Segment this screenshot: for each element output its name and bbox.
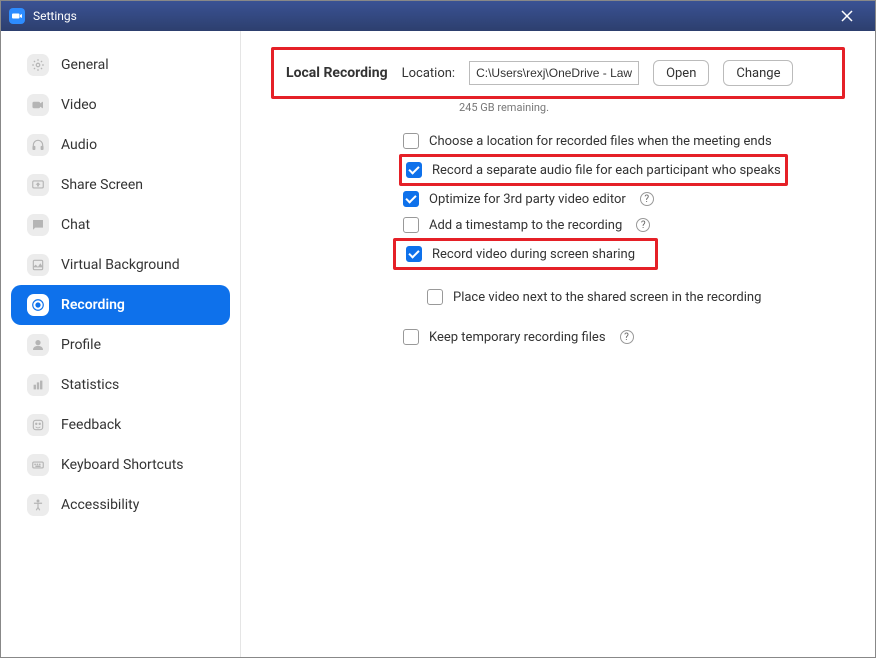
option-label: Record video during screen sharing xyxy=(432,247,635,262)
open-button[interactable]: Open xyxy=(653,60,709,86)
close-button[interactable] xyxy=(827,1,867,31)
sidebar-item-share-screen[interactable]: Share Screen xyxy=(11,165,230,205)
option-label: Keep temporary recording files xyxy=(429,330,606,345)
checkbox-separate-audio[interactable] xyxy=(406,162,422,178)
sidebar-item-recording[interactable]: Recording xyxy=(11,285,230,325)
info-icon[interactable]: ? xyxy=(640,192,654,206)
video-icon xyxy=(27,94,49,116)
checkbox-keep-temp[interactable] xyxy=(403,329,419,345)
checkbox-record-video-share[interactable] xyxy=(406,246,422,262)
sidebar-item-label: Statistics xyxy=(61,377,119,393)
share-screen-icon xyxy=(27,174,49,196)
sidebar-item-video[interactable]: Video xyxy=(11,85,230,125)
option-label: Record a separate audio file for each pa… xyxy=(432,163,781,178)
checkbox-optimize-editor[interactable] xyxy=(403,191,419,207)
highlight-local-recording: Local Recording Location: Open Change xyxy=(271,47,845,99)
option-place-video-next[interactable]: Place video next to the shared screen in… xyxy=(423,284,845,310)
sidebar-item-label: Virtual Background xyxy=(61,257,180,273)
option-label: Add a timestamp to the recording xyxy=(429,218,622,233)
option-keep-temp[interactable]: Keep temporary recording files ? xyxy=(399,324,845,350)
section-title: Local Recording xyxy=(286,65,388,81)
sidebar-item-label: Video xyxy=(61,97,97,113)
checkbox-choose-location[interactable] xyxy=(403,133,419,149)
sidebar-item-label: Recording xyxy=(61,297,125,313)
profile-icon xyxy=(27,334,49,356)
app-icon xyxy=(9,8,25,24)
sidebar-item-profile[interactable]: Profile xyxy=(11,325,230,365)
accessibility-icon xyxy=(27,494,49,516)
info-icon[interactable]: ? xyxy=(620,330,634,344)
keyboard-icon xyxy=(27,454,49,476)
feedback-icon xyxy=(27,414,49,436)
window-title: Settings xyxy=(33,9,827,23)
checkbox-place-video-next[interactable] xyxy=(427,289,443,305)
headphones-icon xyxy=(27,134,49,156)
sidebar-item-statistics[interactable]: Statistics xyxy=(11,365,230,405)
sidebar-item-general[interactable]: General xyxy=(11,45,230,85)
option-record-video-share[interactable]: Record video during screen sharing xyxy=(393,238,658,270)
sidebar-item-label: Feedback xyxy=(61,417,121,433)
sidebar-item-audio[interactable]: Audio xyxy=(11,125,230,165)
change-button[interactable]: Change xyxy=(723,60,793,86)
chat-icon xyxy=(27,214,49,236)
checkbox-add-timestamp[interactable] xyxy=(403,217,419,233)
sidebar-item-label: General xyxy=(61,57,109,73)
sidebar: General Video Audio Share Screen Chat Vi… xyxy=(1,31,241,657)
sidebar-item-keyboard-shortcuts[interactable]: Keyboard Shortcuts xyxy=(11,445,230,485)
main-panel: Local Recording Location: Open Change 24… xyxy=(241,31,875,657)
record-icon xyxy=(27,294,49,316)
sidebar-item-label: Share Screen xyxy=(61,177,143,193)
option-label: Place video next to the shared screen in… xyxy=(453,290,761,305)
sidebar-item-virtual-background[interactable]: Virtual Background xyxy=(11,245,230,285)
titlebar: Settings xyxy=(1,1,875,31)
background-icon xyxy=(27,254,49,276)
remaining-space: 245 GB remaining. xyxy=(459,101,845,114)
gear-icon xyxy=(27,54,49,76)
sidebar-item-label: Audio xyxy=(61,137,97,153)
option-choose-location[interactable]: Choose a location for recorded files whe… xyxy=(399,128,845,154)
sidebar-item-label: Chat xyxy=(61,217,90,233)
sidebar-item-accessibility[interactable]: Accessibility xyxy=(11,485,230,525)
option-separate-audio[interactable]: Record a separate audio file for each pa… xyxy=(399,154,788,186)
option-label: Optimize for 3rd party video editor xyxy=(429,192,626,207)
location-input[interactable] xyxy=(469,61,639,85)
statistics-icon xyxy=(27,374,49,396)
option-optimize-editor[interactable]: Optimize for 3rd party video editor ? xyxy=(399,186,845,212)
location-label: Location: xyxy=(402,66,455,81)
info-icon[interactable]: ? xyxy=(636,218,650,232)
sidebar-item-chat[interactable]: Chat xyxy=(11,205,230,245)
sidebar-item-label: Accessibility xyxy=(61,497,139,513)
option-label: Choose a location for recorded files whe… xyxy=(429,134,772,149)
sidebar-item-label: Profile xyxy=(61,337,101,353)
option-add-timestamp[interactable]: Add a timestamp to the recording ? xyxy=(399,212,845,238)
sidebar-item-label: Keyboard Shortcuts xyxy=(61,457,184,473)
sidebar-item-feedback[interactable]: Feedback xyxy=(11,405,230,445)
close-icon xyxy=(841,10,853,22)
